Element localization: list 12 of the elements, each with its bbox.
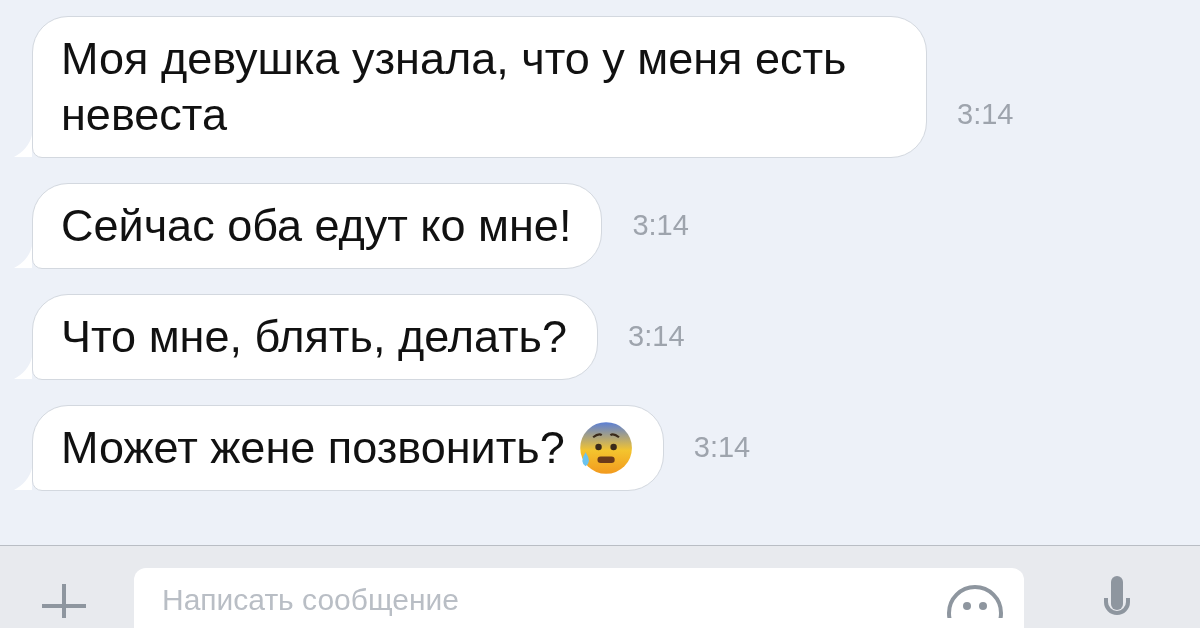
message-text: Моя девушка узнала, что у меня есть невеста	[61, 32, 848, 142]
message-input[interactable]: Написать сообщение	[134, 568, 1024, 628]
message-time: 3:14	[628, 318, 685, 354]
message-time: 3:14	[632, 207, 689, 243]
message-text: Что мне, блять, делать?	[61, 310, 568, 364]
message-time: 3:14	[693, 429, 751, 465]
message-text: Может жене позвонить?	[61, 421, 565, 475]
message-time: 3:14	[957, 96, 1014, 132]
add-icon[interactable]	[42, 584, 86, 618]
smiley-icon[interactable]	[946, 584, 1004, 618]
message-text: Сейчас оба едут ко мне!	[61, 199, 572, 253]
microphone-icon[interactable]	[1104, 576, 1130, 618]
